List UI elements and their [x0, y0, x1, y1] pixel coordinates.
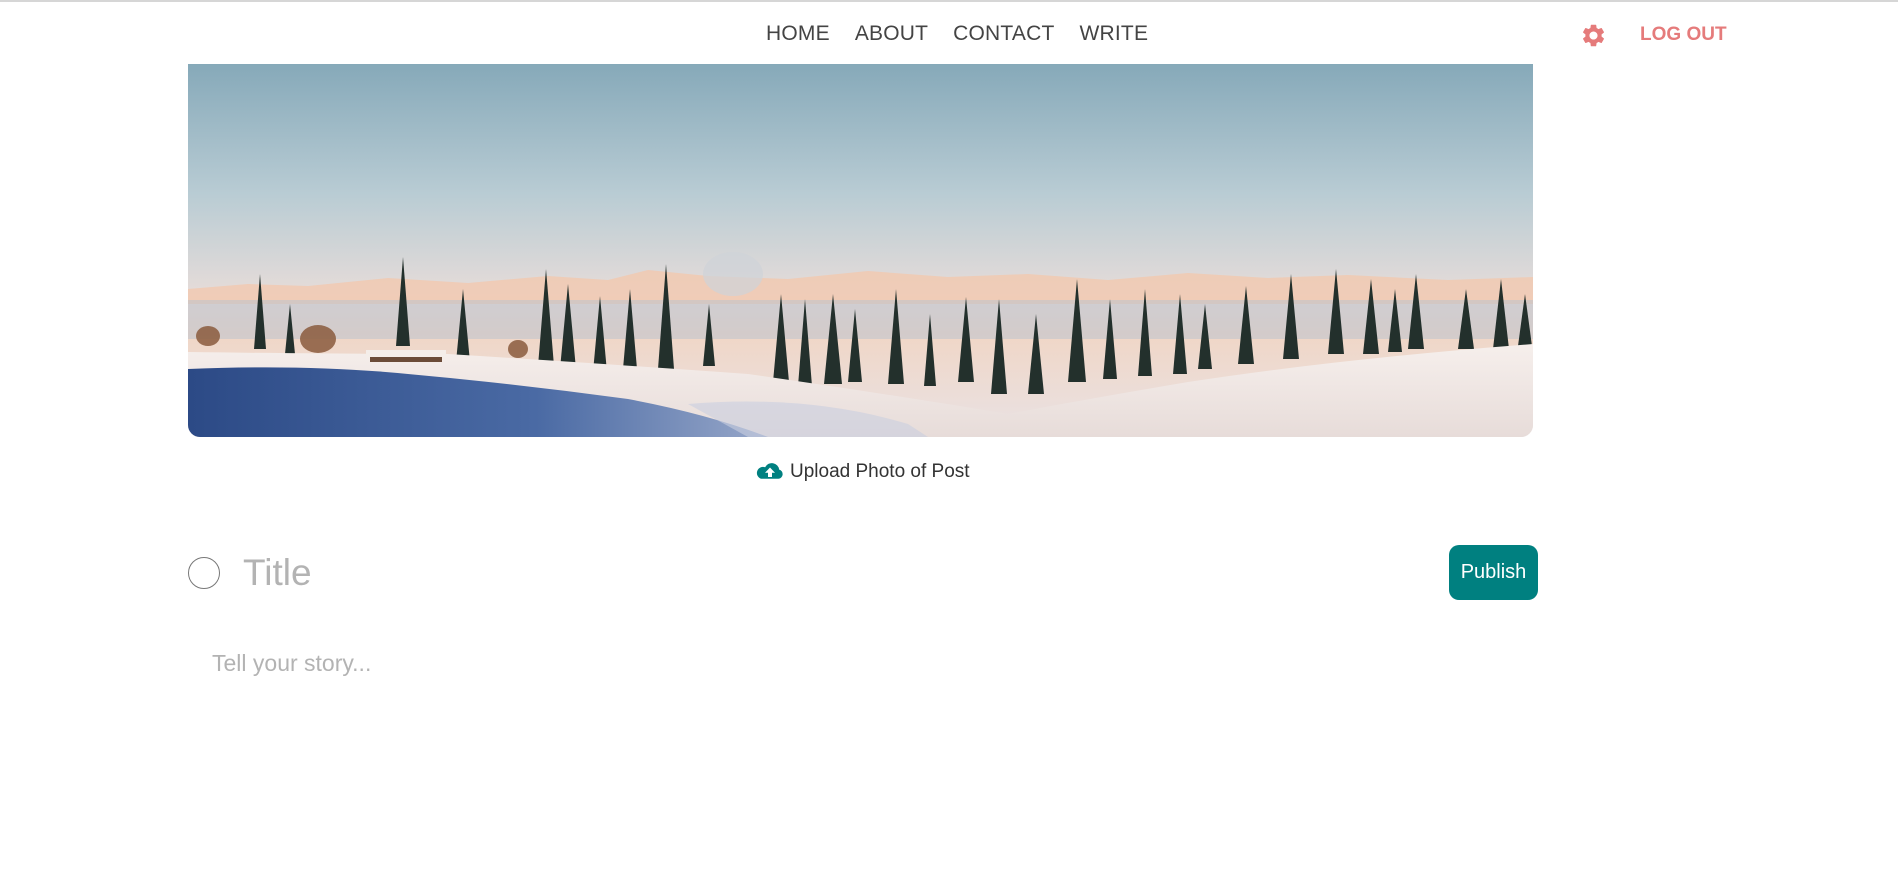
snowy-landscape-photo	[188, 64, 1533, 437]
nav-about-link[interactable]: ABOUT	[855, 22, 928, 46]
title-row: Publish	[188, 545, 1538, 601]
logout-link[interactable]: LOG OUT	[1640, 24, 1727, 46]
nav-contact-link[interactable]: CONTACT	[953, 22, 1054, 46]
post-cover-image	[188, 64, 1533, 437]
publish-button[interactable]: Publish	[1449, 545, 1538, 600]
gear-icon[interactable]	[1580, 22, 1607, 49]
title-input[interactable]	[243, 549, 1243, 597]
navbar: HOME ABOUT CONTACT WRITE LOG OUT	[0, 2, 1898, 64]
nav-write-link[interactable]: WRITE	[1080, 22, 1149, 46]
story-textarea[interactable]	[212, 650, 1532, 850]
add-media-button[interactable]	[188, 557, 220, 589]
upload-photo-button[interactable]: Upload Photo of Post	[755, 460, 970, 484]
upload-label: Upload Photo of Post	[790, 461, 970, 482]
nav-home-link[interactable]: HOME	[766, 22, 830, 46]
cloud-upload-icon	[756, 463, 783, 479]
nav-links: HOME ABOUT CONTACT WRITE	[766, 22, 1148, 46]
